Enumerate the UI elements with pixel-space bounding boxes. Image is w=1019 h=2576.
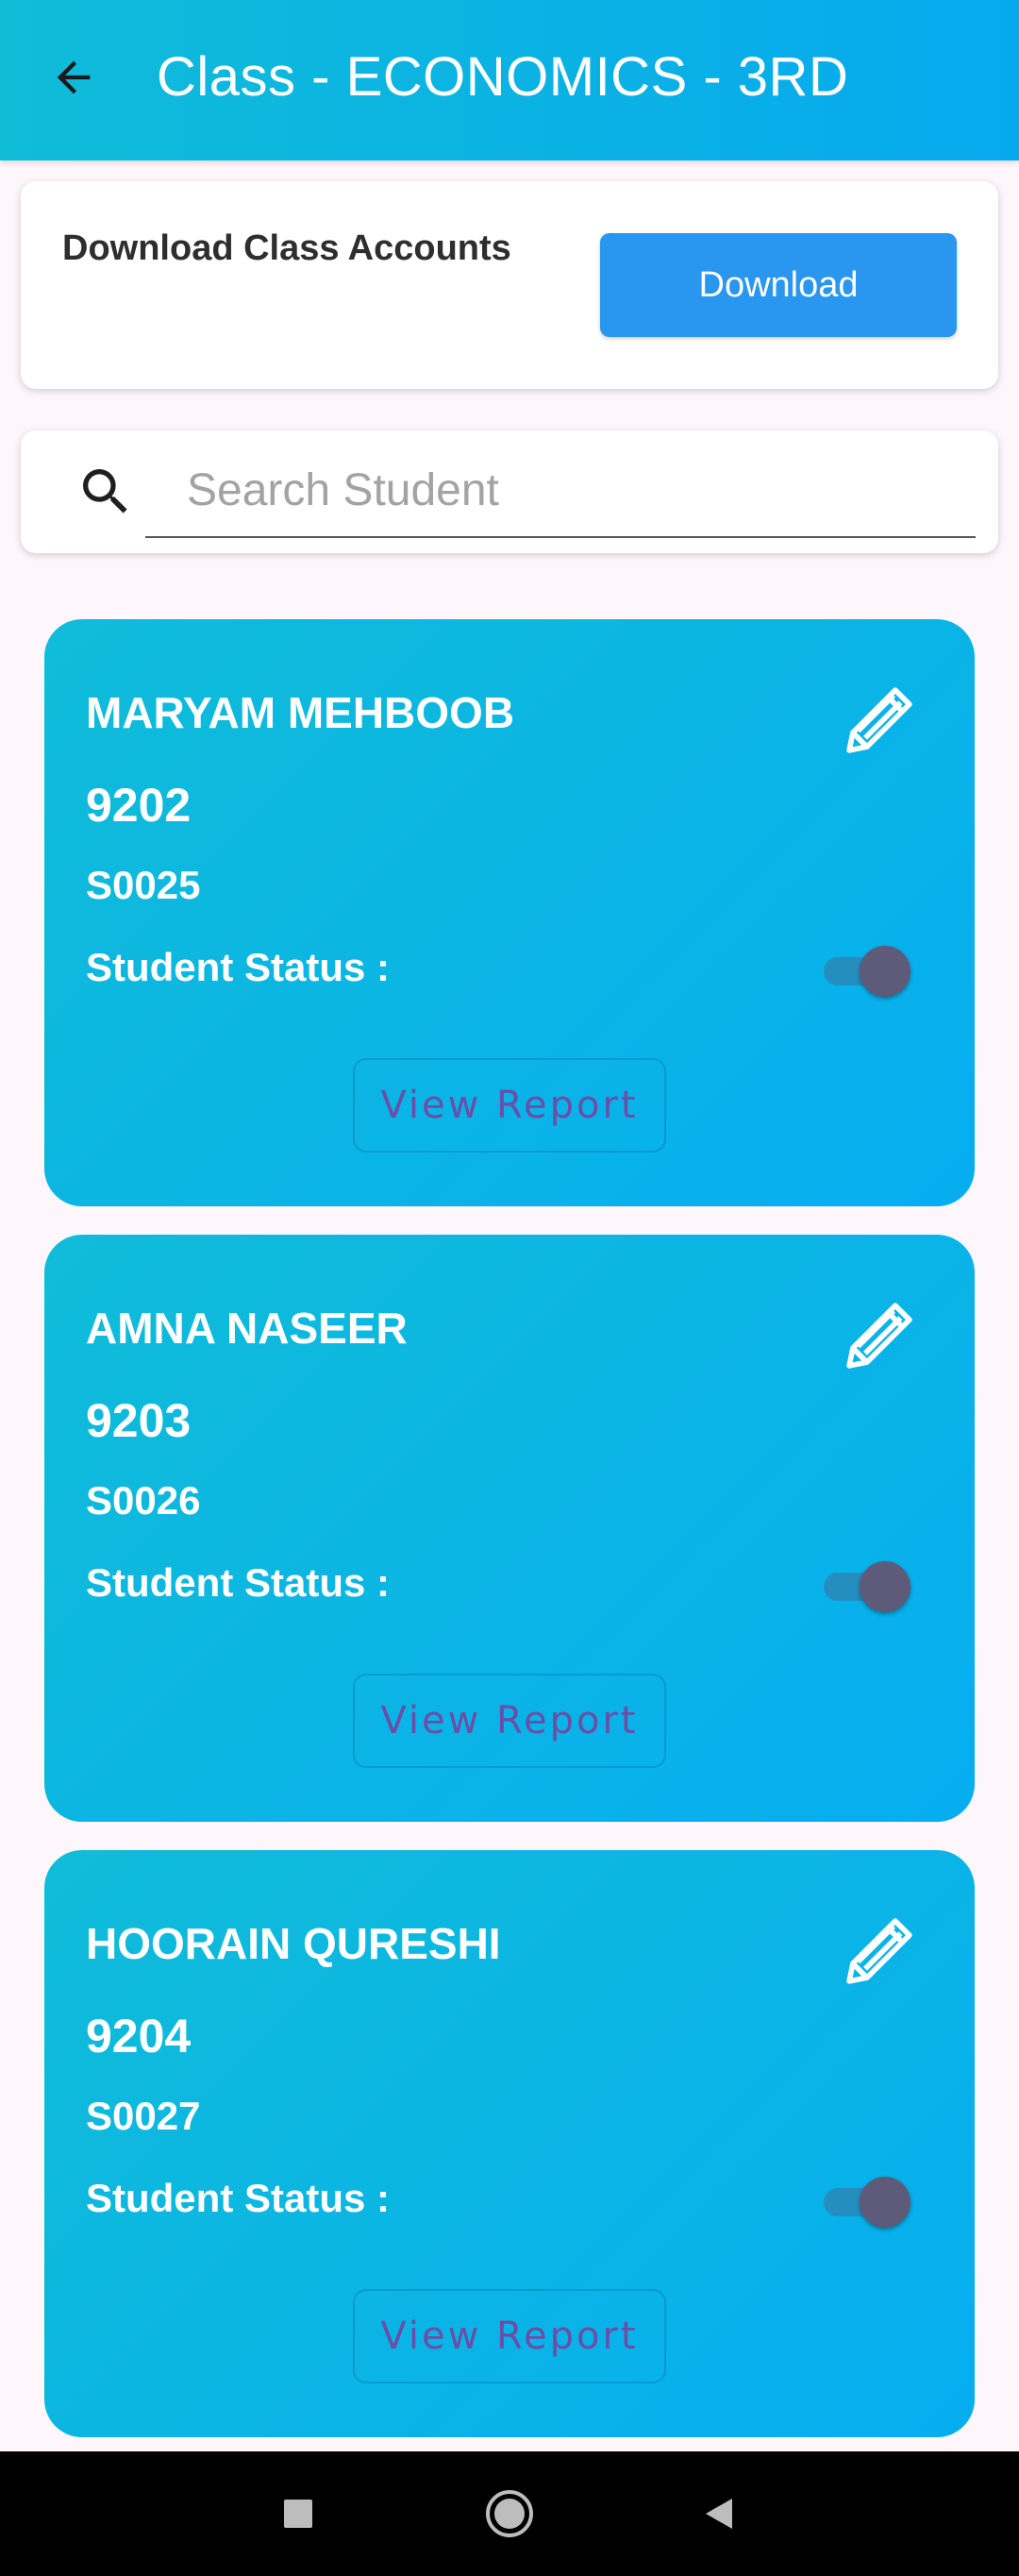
student-name: HOORAIN QURESHI bbox=[86, 1919, 501, 1968]
student-code: S0025 bbox=[86, 863, 201, 907]
home-button[interactable] bbox=[481, 2485, 538, 2542]
student-code: S0027 bbox=[86, 2094, 201, 2138]
toggle-thumb bbox=[860, 946, 910, 997]
student-status-label: Student Status : bbox=[86, 1560, 390, 1605]
student-roll-number: 9204 bbox=[86, 2010, 192, 2062]
toggle-thumb bbox=[860, 1561, 910, 1612]
student-roll-number: 9202 bbox=[86, 779, 192, 832]
pencil-edit-icon[interactable] bbox=[837, 678, 922, 763]
back-triangle-icon bbox=[706, 2499, 732, 2529]
search-icon bbox=[83, 469, 127, 514]
pencil-edit-icon[interactable] bbox=[837, 1293, 922, 1378]
student-card: AMNA NASEER 9203 S0026 Student Status : … bbox=[44, 1235, 975, 1822]
system-navigation-bar bbox=[0, 2451, 1019, 2576]
student-name: AMNA NASEER bbox=[86, 1304, 408, 1353]
student-card: MARYAM MEHBOOB 9202 S0025 Student Status… bbox=[44, 619, 975, 1206]
download-accounts-card: Download Class Accounts Download bbox=[21, 181, 998, 389]
view-report-button[interactable]: View Report bbox=[353, 1058, 666, 1153]
download-accounts-label: Download Class Accounts bbox=[62, 228, 511, 268]
student-status-toggle[interactable] bbox=[818, 2173, 910, 2230]
home-circle-icon bbox=[486, 2490, 533, 2537]
student-status-toggle[interactable] bbox=[818, 1557, 910, 1614]
search-student-input[interactable] bbox=[145, 444, 976, 538]
student-card: HOORAIN QURESHI 9204 S0027 Student Statu… bbox=[44, 1850, 975, 2437]
recents-square-icon bbox=[284, 2500, 312, 2528]
arrow-back-icon bbox=[57, 60, 91, 94]
view-report-button[interactable]: View Report bbox=[353, 2289, 666, 2383]
student-code: S0026 bbox=[86, 1478, 201, 1523]
student-status-label: Student Status : bbox=[86, 945, 390, 989]
recents-button[interactable] bbox=[270, 2485, 326, 2542]
student-status-label: Student Status : bbox=[86, 2176, 390, 2220]
download-button[interactable]: Download bbox=[600, 233, 957, 337]
toggle-thumb bbox=[860, 2177, 910, 2228]
student-roll-number: 9203 bbox=[86, 1394, 192, 1447]
back-button[interactable] bbox=[45, 49, 102, 106]
pencil-edit-icon[interactable] bbox=[837, 1909, 922, 1994]
view-report-button[interactable]: View Report bbox=[353, 1674, 666, 1768]
system-back-button[interactable] bbox=[691, 2485, 747, 2542]
student-status-toggle[interactable] bbox=[818, 942, 910, 999]
page-title: Class - ECONOMICS - 3RD bbox=[157, 46, 849, 108]
search-card bbox=[21, 430, 998, 553]
student-name: MARYAM MEHBOOB bbox=[86, 688, 515, 737]
app-bar: Class - ECONOMICS - 3RD bbox=[0, 0, 1019, 160]
